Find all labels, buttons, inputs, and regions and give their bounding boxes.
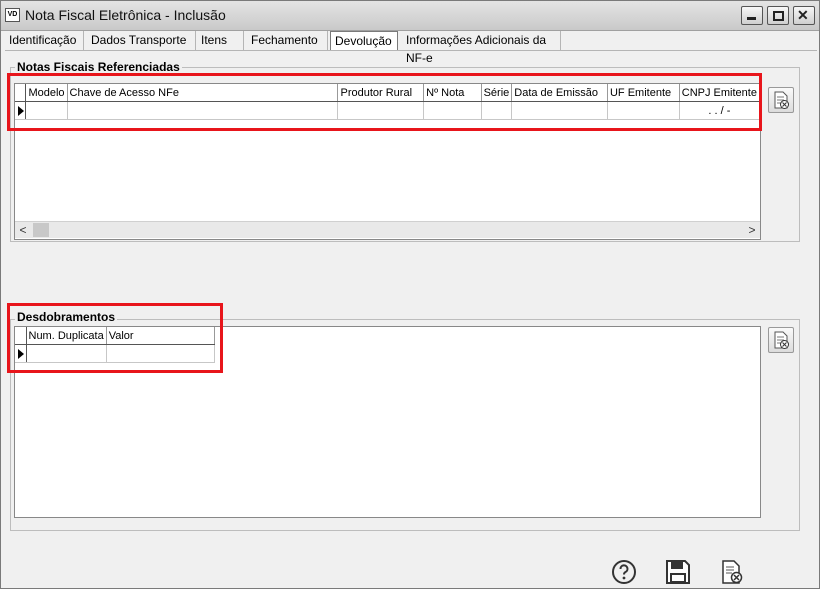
scroll-right-icon[interactable]: > <box>744 222 760 238</box>
delete-document-icon <box>774 91 789 109</box>
help-icon <box>612 560 636 584</box>
main-window: VD Nota Fiscal Eletrônica - Inclusão ✕ I… <box>0 0 820 589</box>
minimize-icon <box>747 17 756 20</box>
maximize-button[interactable] <box>767 6 789 25</box>
cancel-document-icon <box>722 560 743 584</box>
title-bar: VD Nota Fiscal Eletrônica - Inclusão ✕ <box>1 1 819 31</box>
cancel-button[interactable] <box>719 559 745 585</box>
horizontal-scrollbar[interactable]: < > <box>15 221 760 238</box>
remove-desdobramento-button[interactable] <box>768 327 794 353</box>
scroll-thumb[interactable] <box>33 223 49 237</box>
tab-fechamento[interactable]: Fechamento <box>247 31 328 50</box>
help-button[interactable] <box>611 559 637 585</box>
save-icon <box>666 560 690 584</box>
close-icon: ✕ <box>797 7 809 23</box>
save-button[interactable] <box>665 559 691 585</box>
highlight-notas-grid <box>7 73 762 131</box>
remove-nota-button[interactable] <box>768 87 794 113</box>
tab-identificacao[interactable]: Identificação <box>5 31 84 50</box>
delete-document-icon <box>774 331 789 349</box>
minimize-button[interactable] <box>741 6 763 25</box>
notas-referenciadas-title: Notas Fiscais Referenciadas <box>15 60 182 74</box>
tab-panel-border <box>5 50 817 51</box>
tab-devolucao[interactable]: Devolução <box>330 31 398 51</box>
tab-itens[interactable]: Itens <box>197 31 244 50</box>
maximize-icon <box>773 11 784 21</box>
app-icon: VD <box>5 8 20 22</box>
tab-informacoes-adicionais[interactable]: Informações Adicionais da NF-e <box>402 31 561 65</box>
tab-bar: Identificação Dados Transporte Itens Fec… <box>5 31 817 65</box>
tab-dados-transporte[interactable]: Dados Transporte <box>87 31 196 50</box>
highlight-desdobramentos-grid <box>7 303 223 373</box>
scroll-left-icon[interactable]: < <box>15 222 31 238</box>
close-button[interactable]: ✕ <box>793 6 815 25</box>
window-title: Nota Fiscal Eletrônica - Inclusão <box>25 7 226 23</box>
